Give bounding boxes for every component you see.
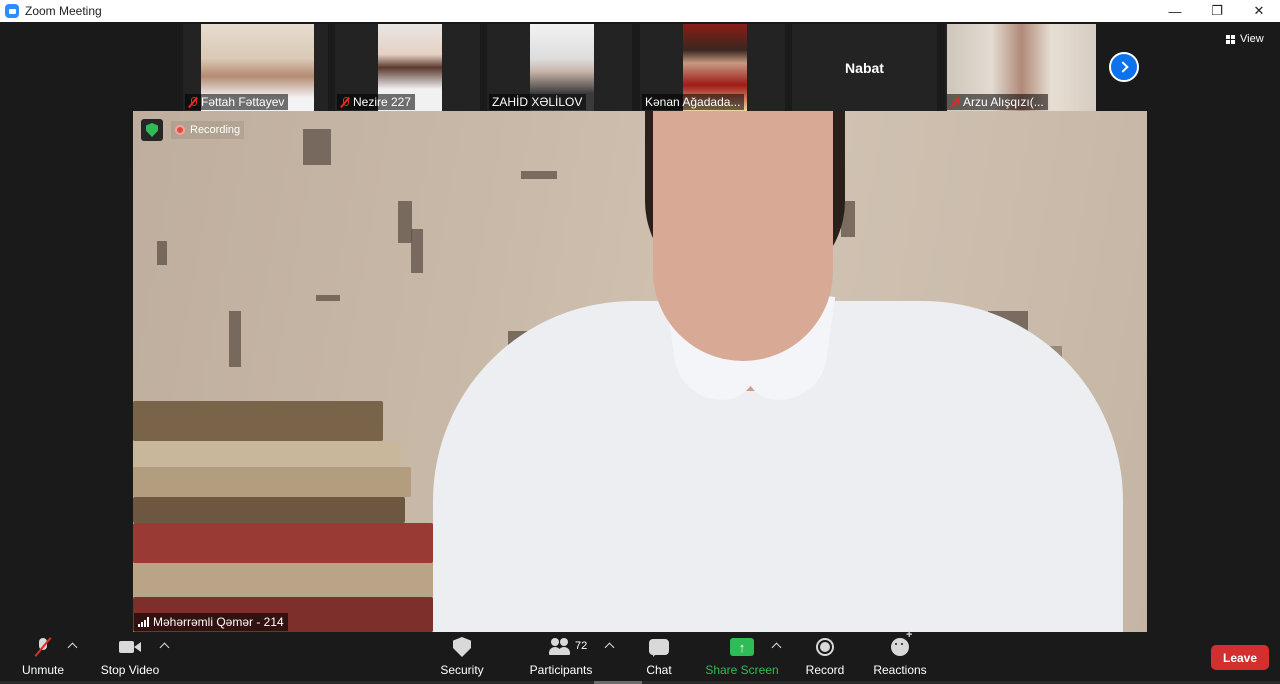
participant-name: Nezire 227 <box>353 95 412 109</box>
unmute-label: Unmute <box>21 663 65 677</box>
participant-thumbnail[interactable]: Kənan Ağadada... <box>640 24 785 111</box>
speaker-name-tag: Məhərrəmli Qəmər - 214 <box>134 613 288 631</box>
mic-muted-icon <box>188 96 198 108</box>
chevron-right-icon <box>1116 61 1129 73</box>
restore-button[interactable]: ❐ <box>1196 0 1238 22</box>
participant-thumbnail[interactable]: Fəttah Fəttayev <box>183 24 328 111</box>
stop-video-button[interactable]: Stop Video <box>100 632 160 684</box>
security-label: Security <box>440 663 484 677</box>
participant-thumbnail[interactable]: Arzu Alışqızı(... <box>945 24 1096 111</box>
chat-icon <box>649 639 669 657</box>
recording-label: Recording <box>190 124 241 136</box>
share-screen-label: Share Screen <box>705 663 779 677</box>
minimize-button[interactable]: — <box>1154 0 1196 22</box>
zoom-app-icon <box>5 4 19 18</box>
participants-icon <box>549 638 573 656</box>
speaker-name: Məhərrəmli Qəmər - 214 <box>153 615 284 629</box>
share-screen-icon: ↑ <box>730 638 754 656</box>
grid-view-icon <box>1226 34 1236 44</box>
share-screen-button[interactable]: ↑ Share Screen <box>705 632 779 684</box>
mic-muted-icon <box>340 96 350 108</box>
mic-muted-icon <box>950 96 960 108</box>
reactions-label: Reactions <box>873 663 927 677</box>
reactions-button[interactable]: Reactions <box>872 629 928 684</box>
signal-strength-icon <box>138 617 149 627</box>
participant-name-tag: Kənan Ağadada... <box>642 94 745 110</box>
window-title: Zoom Meeting <box>25 4 102 18</box>
window-controls: — ❐ ✕ <box>1154 0 1280 22</box>
recording-indicator[interactable]: Recording <box>171 121 245 139</box>
window-titlebar: Zoom Meeting — ❐ ✕ <box>0 0 1280 22</box>
audio-options-caret-icon[interactable] <box>67 642 78 653</box>
participant-name: ZAHİD XƏLİLOV <box>492 95 583 109</box>
participants-caret-icon[interactable] <box>604 642 615 653</box>
participant-thumbnail[interactable]: Nabat <box>792 24 937 111</box>
video-options-caret-icon[interactable] <box>159 642 170 653</box>
security-button[interactable]: Security <box>438 632 486 684</box>
active-speaker-video[interactable]: Recording Məhərrəmli Qəmər - 214 <box>133 111 1147 632</box>
video-camera-icon <box>119 640 141 654</box>
record-label: Record <box>805 663 845 677</box>
participant-name-tag: Nezire 227 <box>337 94 416 110</box>
participant-name: Fəttah Fəttayev <box>201 95 285 109</box>
participant-name: Kənan Ağadada... <box>645 95 741 109</box>
chat-label: Chat <box>646 663 672 677</box>
encryption-badge[interactable] <box>141 119 163 141</box>
unmute-button[interactable]: Unmute <box>20 632 66 684</box>
view-button[interactable]: View <box>1226 33 1264 45</box>
meeting-toolbar: Unmute Stop Video Security Participants … <box>0 629 1280 684</box>
close-button[interactable]: ✕ <box>1238 0 1280 22</box>
participants-label: Participants <box>529 663 593 677</box>
book-stack <box>133 401 438 632</box>
participant-name: Arzu Alışqızı(... <box>963 95 1044 109</box>
record-icon <box>816 638 834 656</box>
next-page-button[interactable] <box>1109 52 1139 82</box>
meeting-area: Fəttah Fəttayev Nezire 227 ZAHİD XƏLİLOV… <box>0 22 1280 632</box>
participant-thumbnail[interactable]: ZAHİD XƏLİLOV <box>487 24 632 111</box>
view-label: View <box>1240 33 1264 45</box>
mic-muted-icon <box>37 638 49 656</box>
record-dot-icon <box>175 125 185 135</box>
participant-thumbnail[interactable]: Nezire 227 <box>335 24 480 111</box>
shield-check-icon <box>146 123 158 137</box>
participant-name-tag: Arzu Alışqızı(... <box>947 94 1048 110</box>
emoji-icon <box>891 629 912 656</box>
stop-video-label: Stop Video <box>100 663 160 677</box>
participant-name: Nabat <box>845 59 884 76</box>
leave-button[interactable]: Leave <box>1211 645 1269 670</box>
participant-name-tag: ZAHİD XƏLİLOV <box>489 94 587 110</box>
participants-count: 72 <box>575 640 588 652</box>
chat-button[interactable]: Chat <box>643 632 675 684</box>
record-button[interactable]: Record <box>804 632 846 684</box>
participant-name-tag: Fəttah Fəttayev <box>185 94 289 110</box>
shield-icon <box>453 637 471 657</box>
